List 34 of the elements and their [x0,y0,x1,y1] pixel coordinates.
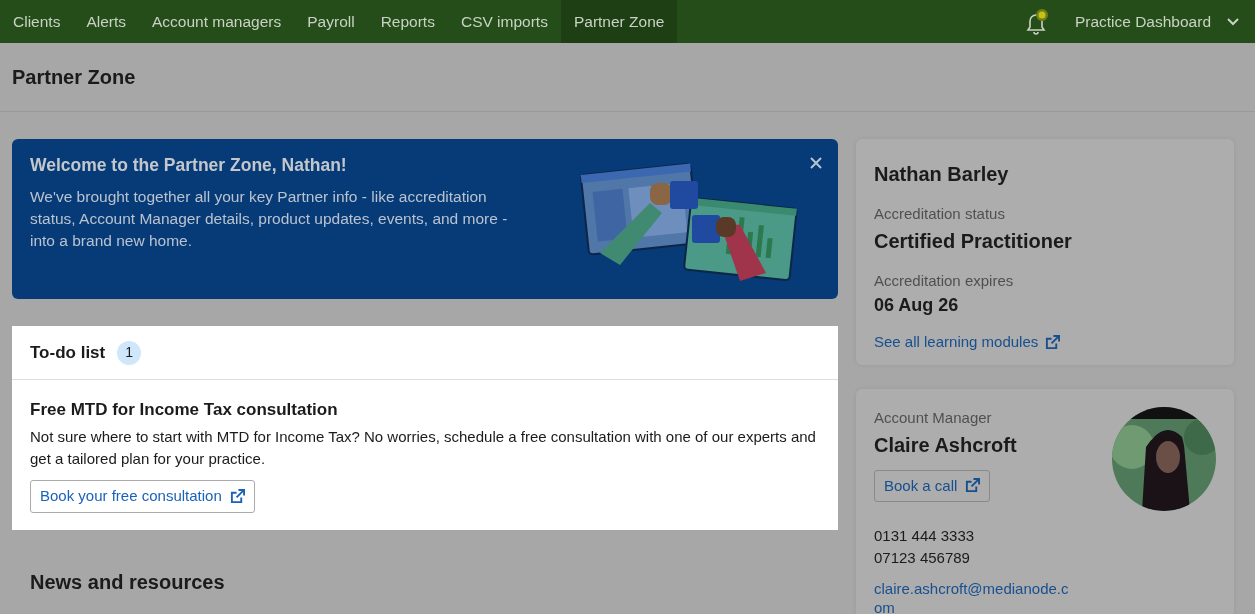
phone-number: 0131 444 3333 [874,526,976,546]
nav-tab[interactable]: Clients [0,0,74,43]
field-label: Accreditation status [874,204,1006,224]
banner-title: Welcome to the Partner Zone, Nathan! [30,155,348,176]
task-description: Not sure where to start with MTD for Income Tax? No worries, schedule a free consultation with one of our experts and get a tailored plan for your practice. [30,427,817,470]
nav-tab[interactable]: Partner Zone [560,0,678,43]
learning-modules-link[interactable]: See all learning modules [874,331,1061,354]
count-badge: 1 [117,340,142,365]
external-link-icon [229,489,245,505]
email-link[interactable]: claire.ashcroft@medianode.com [874,579,1074,614]
person-name: Nathan Barley [874,162,1010,187]
card-title: To-do list [30,341,106,364]
external-link-icon [965,478,981,494]
task-title: Free MTD for Income Tax consultation [30,400,339,421]
banner-text: We've brought together all your key Partner info - like accreditation status, Account Manager details, product updates, events, and more - into a brand new home. [30,187,509,251]
nav-tab[interactable]: Alerts [73,0,139,43]
nav-tab[interactable]: Payroll [294,0,368,43]
manager-name: Claire Ashcroft [874,432,1017,458]
accreditation-status: Certified Practitioner [874,228,1073,254]
chevron-down-icon [1227,17,1239,26]
page-title: Partner Zone [12,65,136,89]
nav-tab[interactable]: Account managers [139,0,295,43]
close-icon[interactable] [810,157,822,169]
nav-tab[interactable]: CSV imports [447,0,561,43]
consultation-button[interactable]: Book your free consultation [30,480,255,513]
external-link-icon [1045,334,1061,350]
field-label: Accreditation expires [874,270,1015,291]
book-call-button[interactable]: Book a call [874,469,991,502]
expiry-date: 06 Aug 26 [874,294,960,317]
account-menu[interactable]: Practice Dashboard [1074,0,1239,43]
nav-tab[interactable]: Reports [367,0,448,43]
field-label: Account Manager [874,408,993,428]
section-heading: News and resources [30,569,226,595]
phone-number: 07123 456789 [874,548,971,568]
